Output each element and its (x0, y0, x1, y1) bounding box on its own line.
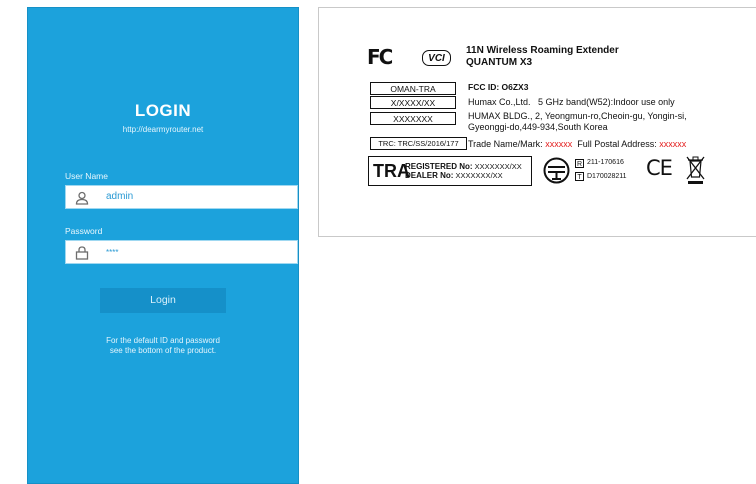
dealer-label: DEALER No: (405, 171, 454, 180)
trc-box: TRC: TRC/SS/2016/177 (370, 137, 467, 150)
dealer-value: XXXXXXX/XX (455, 171, 503, 180)
product-name: 11N Wireless Roaming Extender QUANTUM X3 (466, 45, 619, 69)
postal-value: xxxxxx (659, 139, 687, 149)
login-button[interactable]: Login (100, 288, 226, 313)
r-number: 211-170616 (587, 159, 624, 166)
oman-code1-box: X/XXXX/XX (370, 96, 456, 109)
username-value: admin (106, 191, 134, 202)
login-note-line1: For the default ID and password (106, 336, 220, 345)
password-label: Password (65, 226, 103, 236)
login-url: http://dearmyrouter.net (122, 125, 204, 134)
oman-code2-box: XXXXXXX (370, 112, 456, 125)
vci-logo: VCI (422, 50, 451, 66)
registered-label: REGISTERED No: (405, 162, 473, 171)
tra-box: TRA REGISTERED No: XXXXXXX/XX DEALER No:… (368, 156, 532, 186)
product-label: FC VCI 11N Wireless Roaming Extender QUA… (318, 7, 756, 237)
login-title: LOGIN (134, 101, 192, 120)
password-field[interactable]: **** (65, 240, 298, 264)
login-panel: LOGIN http://dearmyrouter.net User Name … (27, 7, 299, 484)
company-line: Humax Co.,Ltd. 5 GHz band(W52):Indoor us… (468, 97, 675, 107)
fc-logo: FC (367, 45, 393, 69)
trade-postal-line: Trade Name/Mark: xxxxxx Full Postal Addr… (468, 139, 686, 149)
ce-mark: CE (646, 156, 673, 180)
t-number: D170028211 (587, 173, 627, 180)
product-line1: 11N Wireless Roaming Extender (466, 45, 619, 56)
address-line2: Gyeonggi-do,449-934,South Korea (468, 122, 608, 132)
username-field[interactable]: admin (65, 185, 298, 209)
weee-bin-icon (686, 156, 705, 184)
postal-label: Full Postal Address: (577, 139, 657, 149)
login-note-line2: see the bottom of the product. (109, 346, 217, 355)
product-line2: QUANTUM X3 (466, 57, 533, 68)
company-name: Humax Co.,Ltd. (468, 97, 531, 107)
oman-tra-box: OMAN-TRA (370, 82, 456, 95)
lock-icon (75, 246, 89, 260)
username-label: User Name (65, 171, 108, 181)
password-value: **** (106, 248, 119, 257)
registered-value: XXXXXXX/XX (474, 162, 522, 171)
telecom-mark-icon (543, 157, 570, 184)
tra-lines: REGISTERED No: XXXXXXX/XX DEALER No: XXX… (405, 162, 522, 180)
r-mark: R (575, 159, 584, 168)
trade-label: Trade Name/Mark: (468, 139, 543, 149)
address-line1: HUMAX BLDG., 2, Yeongmun-ro,Cheoin-gu, Y… (468, 111, 687, 121)
band-note: 5 GHz band(W52):Indoor use only (538, 97, 675, 107)
trade-value: xxxxxx (545, 139, 573, 149)
fcc-id: FCC ID: O6ZX3 (468, 82, 529, 92)
user-icon (75, 191, 89, 205)
t-mark: T (575, 172, 584, 181)
